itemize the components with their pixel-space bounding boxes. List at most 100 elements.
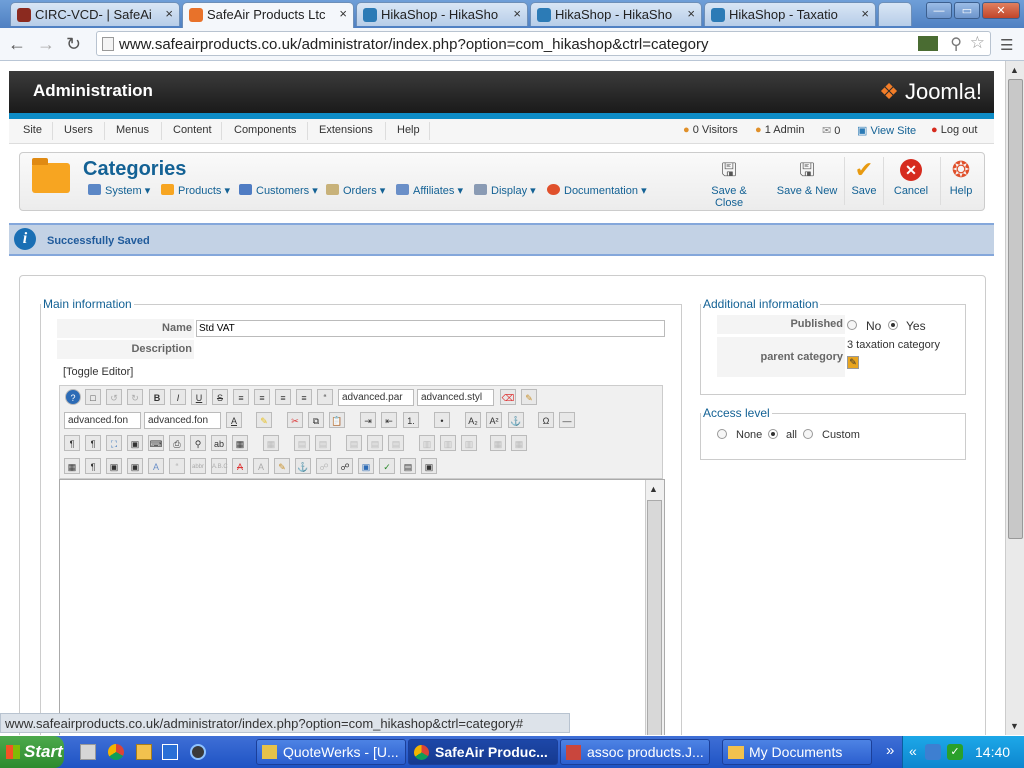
editor-show-blocks-icon[interactable]: ¶ xyxy=(85,458,101,474)
editor-copy-icon[interactable]: ⧉ xyxy=(308,412,324,428)
editor-delete-row-icon[interactable]: ▤ xyxy=(388,435,404,451)
editor-help-icon[interactable]: ? xyxy=(65,389,81,405)
quicklaunch-app-icon[interactable] xyxy=(136,744,152,760)
scroll-up-icon[interactable]: ▲ xyxy=(649,484,658,494)
edit-parent-icon[interactable]: ✎ xyxy=(847,356,859,369)
editor-table-icon[interactable]: ▦ xyxy=(263,435,279,451)
quicklaunch-desktop-icon[interactable] xyxy=(80,744,96,760)
editor-cleanup-icon[interactable]: ✎ xyxy=(521,389,537,405)
browser-tab[interactable]: HikaShop - HikaSho × xyxy=(356,2,528,26)
editor-replace-icon[interactable]: ab xyxy=(211,435,227,451)
menu-help[interactable]: Help xyxy=(397,124,420,136)
editor-code-icon[interactable]: ⌨ xyxy=(148,435,164,451)
tab-close-icon[interactable]: × xyxy=(165,6,173,21)
editor-cite-icon[interactable]: “ xyxy=(169,458,185,474)
editor-numbered-list-icon[interactable]: 1. xyxy=(403,412,419,428)
taskbar-overflow-icon[interactable]: » xyxy=(886,742,894,759)
published-yes-radio[interactable] xyxy=(888,320,898,330)
editor-styles-icon[interactable]: A xyxy=(148,458,164,474)
editor-row-after-icon[interactable]: ▤ xyxy=(315,435,331,451)
new-tab-button[interactable] xyxy=(878,2,912,26)
editor-redo-icon[interactable]: ↻ xyxy=(127,389,143,405)
editor-italic-icon[interactable]: I xyxy=(170,389,186,405)
editor-merge-cells-icon[interactable]: ▦ xyxy=(511,435,527,451)
save-close-button[interactable]: 🖫 Save & Close xyxy=(696,159,762,209)
editor-new-doc-icon[interactable]: □ xyxy=(85,389,101,405)
editor-row-before-icon[interactable]: ▤ xyxy=(294,435,310,451)
menu-wrench-icon[interactable]: ☰ xyxy=(1000,36,1013,54)
submenu-affiliates[interactable]: Affiliates ▾ xyxy=(396,184,463,197)
editor-superscript-icon[interactable]: A² xyxy=(486,412,502,428)
menu-components[interactable]: Components xyxy=(234,124,296,136)
tab-close-icon[interactable]: × xyxy=(861,6,869,21)
editor-col-before-icon[interactable]: ▥ xyxy=(419,435,435,451)
editor-cell-props-icon[interactable]: ▤ xyxy=(367,435,383,451)
editor-unlink-icon[interactable]: ☍ xyxy=(316,458,332,474)
editor-col-after-icon[interactable]: ▥ xyxy=(440,435,456,451)
close-window-button[interactable]: ✕ xyxy=(982,2,1020,19)
editor-style-select[interactable]: advanced.styl xyxy=(417,389,494,406)
minimize-button[interactable]: — xyxy=(926,2,952,19)
browser-tab[interactable]: HikaShop - Taxatio × xyxy=(704,2,876,26)
editor-subscript-icon[interactable]: A₂ xyxy=(465,412,481,428)
editor-absolute-icon[interactable]: ▣ xyxy=(127,458,143,474)
editor-align-left-icon[interactable]: ≡ xyxy=(275,389,291,405)
scroll-thumb[interactable] xyxy=(647,500,662,735)
page-scroll-thumb[interactable] xyxy=(1008,79,1023,539)
menu-menus[interactable]: Menus xyxy=(116,124,149,136)
editor-bullet-list-icon[interactable]: • xyxy=(434,412,450,428)
editor-delete-col-icon[interactable]: ▥ xyxy=(461,435,477,451)
editor-spellcheck-icon[interactable]: ✓ xyxy=(379,458,395,474)
start-button[interactable]: Start xyxy=(0,736,64,768)
editor-rtl-icon[interactable]: ¶ xyxy=(85,435,101,451)
menu-users[interactable]: Users xyxy=(64,124,93,136)
editor-row-props-icon[interactable]: ▤ xyxy=(346,435,362,451)
help-button[interactable]: ❂ Help xyxy=(940,157,981,205)
tab-close-icon[interactable]: × xyxy=(339,6,347,21)
taskbar-quotewerks[interactable]: QuoteWerks - [U... xyxy=(256,739,406,765)
editor-acronym-icon[interactable]: A.B.C xyxy=(211,458,228,474)
submenu-display[interactable]: Display ▾ xyxy=(474,184,536,197)
tab-close-icon[interactable]: × xyxy=(513,6,521,21)
quicklaunch-outlook-icon[interactable] xyxy=(162,744,178,760)
editor-anchor-link-icon[interactable]: ⚓ xyxy=(295,458,311,474)
editor-align-justify-icon[interactable]: ≡ xyxy=(233,389,249,405)
back-icon[interactable]: ← xyxy=(8,34,26,55)
tray-expand-icon[interactable]: « xyxy=(909,743,917,759)
editor-outdent-icon[interactable]: ⇤ xyxy=(381,412,397,428)
editor-abbr-icon[interactable]: abbr xyxy=(190,458,206,474)
star-icon[interactable]: ☆ xyxy=(970,33,985,53)
submenu-system[interactable]: System ▾ xyxy=(88,184,150,197)
menu-site[interactable]: Site xyxy=(23,124,42,136)
page-scroll-down-icon[interactable]: ▼ xyxy=(1010,721,1019,731)
editor-preview-icon[interactable]: ▣ xyxy=(127,435,143,451)
editor-strikethrough-icon[interactable]: S xyxy=(212,389,228,405)
address-bar[interactable]: www.safeairproducts.co.uk/administrator/… xyxy=(96,31,991,56)
editor-paragraph-select[interactable]: advanced.par xyxy=(338,389,414,406)
browser-tab-active[interactable]: SafeAir Products Ltc × xyxy=(182,2,354,28)
editor-visual-aid-icon[interactable]: ▦ xyxy=(64,458,80,474)
tab-close-icon[interactable]: × xyxy=(687,6,695,21)
editor-anchor-icon[interactable]: ⚓ xyxy=(508,412,524,428)
editor-paste-icon[interactable]: 📋 xyxy=(329,412,345,428)
menu-extensions[interactable]: Extensions xyxy=(319,124,373,136)
editor-align-right-icon[interactable]: ≡ xyxy=(296,389,312,405)
name-field[interactable] xyxy=(196,320,665,337)
editor-hr-icon[interactable]: — xyxy=(559,412,575,428)
tray-check-icon[interactable]: ✓ xyxy=(947,744,963,760)
page-scroll-up-icon[interactable]: ▲ xyxy=(1010,65,1019,75)
editor-undo-icon[interactable]: ↺ xyxy=(106,389,122,405)
search-icon[interactable]: ⚲ xyxy=(950,34,962,54)
browser-tab[interactable]: HikaShop - HikaSho × xyxy=(530,2,702,26)
editor-eraser-icon[interactable]: ⌫ xyxy=(500,389,516,405)
tray-dropbox-icon[interactable] xyxy=(925,744,941,760)
taskbar-assoc-products[interactable]: assoc products.J... xyxy=(560,739,710,765)
editor-cut-icon[interactable]: ✂ xyxy=(287,412,303,428)
editor-image-icon[interactable]: ▦ xyxy=(232,435,248,451)
editor-ltr-icon[interactable]: ¶ xyxy=(64,435,80,451)
editor-pagebreak-icon[interactable]: ▤ xyxy=(400,458,416,474)
cancel-button[interactable]: ✕ Cancel xyxy=(888,159,934,197)
editor-insert-layer-icon[interactable]: ▣ xyxy=(106,458,122,474)
editor-ins-icon[interactable]: A xyxy=(253,458,269,474)
view-site-link[interactable]: ▣ View Site xyxy=(857,124,916,137)
